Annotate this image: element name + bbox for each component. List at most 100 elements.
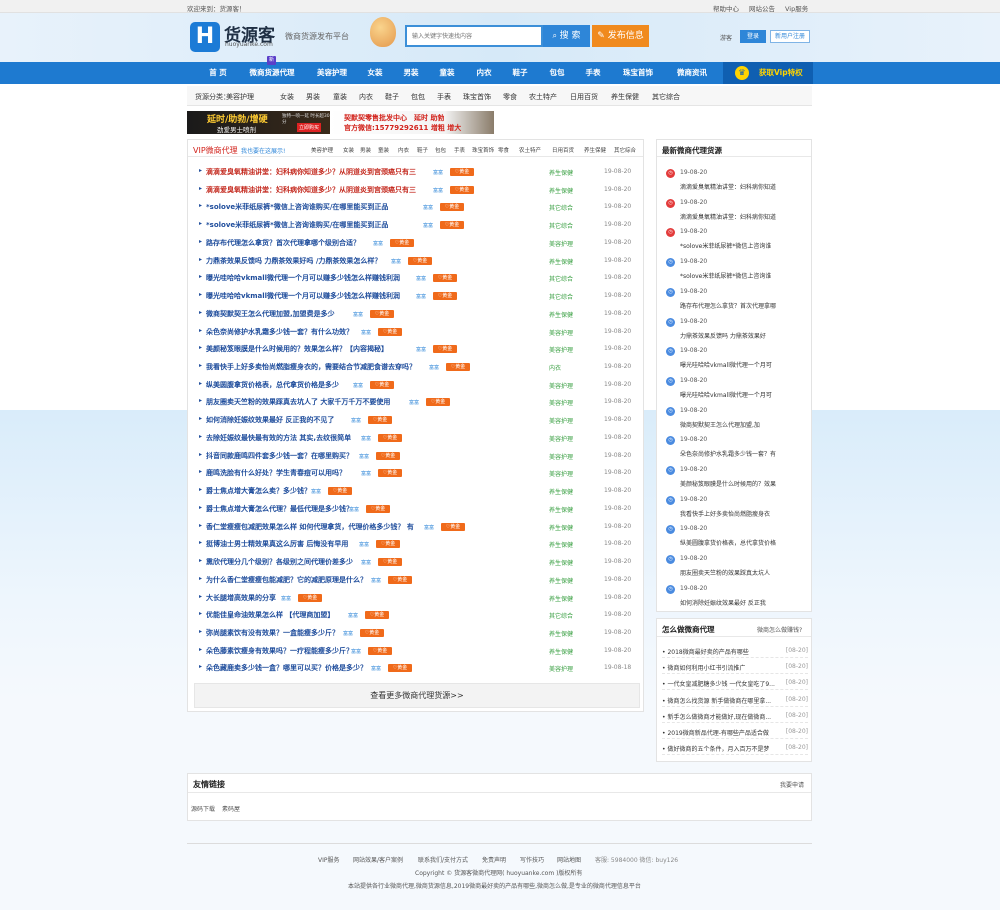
- row-title-link[interactable]: 曝光哇哈哈vkmall微代理一个月可以赚多少钱怎么样赚钱利润: [206, 273, 400, 283]
- row-title-link[interactable]: 朵色藏鹿卖多少钱一盒？哪里可以买？价格是多少？: [206, 663, 367, 673]
- row-category[interactable]: 美容护理: [549, 398, 573, 407]
- vip-service-link[interactable]: Vip服务: [785, 3, 808, 13]
- row-category[interactable]: 美容护理: [549, 664, 573, 673]
- category-item[interactable]: 鞋子: [385, 92, 399, 102]
- row-category[interactable]: 养生保健: [549, 505, 573, 514]
- item-title[interactable]: 美颜秘笈眼膜是什么时候用的？效果: [680, 479, 776, 488]
- row-title-link[interactable]: 挺博油士男士精效果真这么厉害 后悔没有早用: [206, 539, 348, 549]
- latest-supply-item[interactable]: ◷ 19-08-20 美颜秘笈眼膜是什么时候用的？效果: [666, 464, 806, 493]
- category-item[interactable]: 珠宝首饰: [463, 92, 491, 102]
- nav-news[interactable]: 微商资讯: [668, 62, 716, 84]
- row-category[interactable]: 其它综合: [549, 221, 573, 230]
- how-to-item-title[interactable]: • 微商如何利用小红书引流推广: [662, 663, 745, 672]
- how-to-item[interactable]: • 新手怎么做微商才能做好,现在做微商... [08-20]: [662, 710, 808, 723]
- friend-link[interactable]: 源码下载: [191, 804, 215, 813]
- row-category[interactable]: 养生保健: [549, 540, 573, 549]
- category-item[interactable]: 其它综合: [652, 92, 680, 102]
- list-tab[interactable]: 内衣: [398, 146, 409, 154]
- nav-kids[interactable]: 童装: [432, 62, 462, 84]
- nav-bags[interactable]: 包包: [542, 62, 572, 84]
- list-tab[interactable]: 其它综合: [614, 146, 636, 154]
- item-title[interactable]: 曝光哇哈哈vkmall微代理一个月可: [680, 360, 772, 369]
- row-title-link[interactable]: 朵色藤素饮瘦身有效果吗？一疗程能瘦多少斤？: [206, 646, 353, 656]
- item-title[interactable]: *solove米菲纸尿裤*微信上咨询谁: [680, 271, 771, 280]
- row-category[interactable]: 养生保健: [549, 487, 573, 496]
- item-title[interactable]: 如何消除妊娠纹效果最好 反正我: [680, 598, 766, 607]
- item-title[interactable]: 纵美圆腹拿货价格表，总代拿货价格: [680, 538, 776, 547]
- how-to-link[interactable]: 微商怎么做赚钱?: [757, 625, 802, 634]
- row-category[interactable]: 美容护理: [549, 434, 573, 443]
- row-category[interactable]: 养生保健: [549, 576, 573, 585]
- nav-home[interactable]: 首 页: [200, 62, 236, 84]
- row-category[interactable]: 养生保健: [549, 310, 573, 319]
- row-title-link[interactable]: 力鼎茶效果反馈吗 力鼎茶效果好吗 /力鼎茶效果怎么样？: [206, 256, 381, 266]
- how-to-item-title[interactable]: • 2018微商最好卖的产品有哪些: [662, 647, 749, 656]
- footer-link[interactable]: 联系我们/支付方式: [418, 855, 468, 864]
- row-category[interactable]: 养生保健: [549, 523, 573, 532]
- row-category[interactable]: 养生保健: [549, 594, 573, 603]
- list-subtitle-link[interactable]: 我也要在这展示!: [241, 146, 285, 155]
- row-category[interactable]: 美容护理: [549, 381, 573, 390]
- row-category[interactable]: 其它综合: [549, 611, 573, 620]
- item-title[interactable]: 微商契默契王怎么代理加盟,加: [680, 420, 760, 429]
- category-item[interactable]: 农土特产: [529, 92, 557, 102]
- nav-women[interactable]: 女装: [360, 62, 390, 84]
- item-title[interactable]: 我看快手上好多卖怡尚燃脂瘦身衣: [680, 509, 770, 518]
- row-title-link[interactable]: *solove米菲纸尿裤*微信上咨询谁购买/在哪里能买到正品: [206, 202, 388, 212]
- row-category[interactable]: 养生保健: [549, 186, 573, 195]
- row-category[interactable]: 美容护理: [549, 328, 573, 337]
- nav-men[interactable]: 男装: [396, 62, 426, 84]
- latest-supply-item[interactable]: ◷ 19-08-20 纵美圆腹拿货价格表，总代拿货价格: [666, 523, 806, 552]
- login-button[interactable]: 登录: [740, 30, 766, 43]
- latest-supply-item[interactable]: ◷ 19-08-20 如何消除妊娠纹效果最好 反正我: [666, 583, 806, 612]
- search-input[interactable]: [407, 27, 541, 45]
- row-category[interactable]: 内衣: [549, 363, 561, 372]
- row-title-link[interactable]: 去除妊娠纹最快最有效的方法 其实,去纹很简单: [206, 433, 351, 443]
- list-tab[interactable]: 鞋子: [417, 146, 428, 154]
- nav-underwear[interactable]: 内衣: [469, 62, 499, 84]
- row-title-link[interactable]: 抖音同款鹿鸣四件套多少钱一套？在哪里购买？: [206, 451, 353, 461]
- ad1-buy-button[interactable]: 立即购买: [297, 123, 322, 132]
- list-tab[interactable]: 珠宝首饰: [472, 146, 494, 154]
- latest-supply-item[interactable]: ◷ 19-08-20 朋友圈卖天竺粉的效果踩真太坑人: [666, 553, 806, 582]
- row-category[interactable]: 美容护理: [549, 469, 573, 478]
- announcement-link[interactable]: 网站公告: [749, 3, 775, 13]
- category-item[interactable]: 养生保健: [611, 92, 639, 102]
- help-center-link[interactable]: 帮助中心: [713, 3, 739, 13]
- row-category[interactable]: 美容护理: [549, 239, 573, 248]
- category-item[interactable]: 零食: [503, 92, 517, 102]
- ad-banner-2[interactable]: 契默契零售批发中心 延时 助勃 官方微信:15779292611 增粗 增大: [330, 111, 494, 134]
- item-title[interactable]: 曝光哇哈哈vkmall微代理一个月可: [680, 390, 772, 399]
- latest-supply-item[interactable]: ◷ 19-08-20 *solove米菲纸尿裤*微信上咨询谁: [666, 226, 806, 255]
- list-tab[interactable]: 养生保健: [584, 146, 606, 154]
- category-item[interactable]: 男装: [306, 92, 320, 102]
- row-category[interactable]: 其它综合: [549, 292, 573, 301]
- view-more-button[interactable]: 查看更多微商代理货源>>: [194, 683, 640, 708]
- latest-supply-item[interactable]: ◷ 19-08-20 滴滴爱臭氧精油讲堂：妇科病你知道: [666, 197, 806, 226]
- row-title-link[interactable]: 香仁堂瘦瘦包减肥效果怎么样 如何代理拿货，代理价格多少钱？ 有: [206, 522, 414, 532]
- list-tab[interactable]: 女装: [343, 146, 354, 154]
- how-to-item[interactable]: • 2018微商最好卖的产品有哪些 [08-20]: [662, 645, 808, 658]
- row-category[interactable]: 养生保健: [549, 257, 573, 266]
- footer-link[interactable]: VIP服务: [318, 855, 340, 864]
- how-to-item-title[interactable]: • 一代女皇减肥糖多少钱 一代女皇吃了9...: [662, 679, 775, 688]
- row-title-link[interactable]: 朵色奈尚修护水乳霜多少钱一套？有什么功效？: [206, 327, 353, 337]
- how-to-item-title[interactable]: • 做好微商的五个条件，月入百万不是梦: [662, 744, 769, 753]
- row-title-link[interactable]: 曝光哇哈哈vkmall微代理一个月可以赚多少钱怎么样赚钱利润: [206, 291, 400, 301]
- item-title[interactable]: 滴滴爱臭氧精油讲堂：妇科病你知道: [680, 182, 776, 191]
- row-category[interactable]: 养生保健: [549, 558, 573, 567]
- row-title-link[interactable]: *solove米菲纸尿裤*微信上咨询谁购买/在哪里能买到正品: [206, 220, 388, 230]
- apply-link[interactable]: 我要申请: [780, 780, 804, 789]
- item-title[interactable]: *solove米菲纸尿裤*微信上咨询谁: [680, 241, 771, 250]
- list-tab[interactable]: 美容护理: [311, 146, 333, 154]
- list-tab[interactable]: 男装: [360, 146, 371, 154]
- row-title-link[interactable]: 优能佳皇命油效果怎么样 【代理商加盟】: [206, 610, 334, 620]
- how-to-item[interactable]: • 做好微商的五个条件，月入百万不是梦 [08-20]: [662, 742, 808, 756]
- row-category[interactable]: 美容护理: [549, 345, 573, 354]
- category-item[interactable]: 内衣: [359, 92, 373, 102]
- row-title-link[interactable]: 滴滴爱臭氧精油讲堂：妇科病你知道多少？从阴道炎到宫颈癌只有三: [206, 167, 416, 177]
- nav-agent-supply[interactable]: 微商货源代理: [242, 62, 302, 84]
- category-item[interactable]: 女装: [280, 92, 294, 102]
- latest-supply-item[interactable]: ◷ 19-08-20 力鼎茶效果反馈吗 力鼎茶效果好: [666, 316, 806, 345]
- row-title-link[interactable]: 路存布代理怎么拿货？首次代理拿哪个级别合适？: [206, 238, 360, 248]
